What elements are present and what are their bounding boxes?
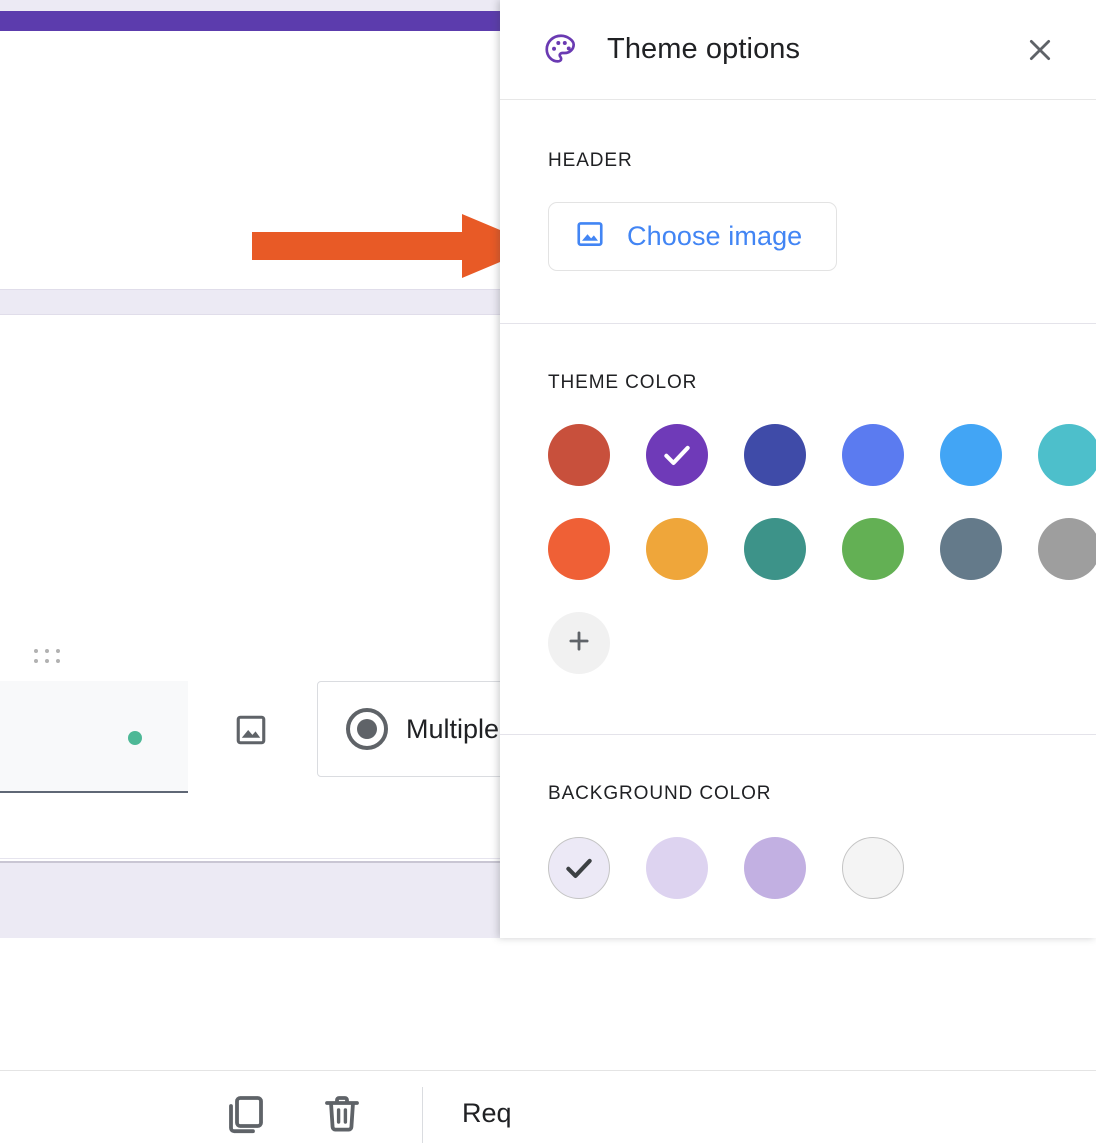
- radio-button-icon: [346, 708, 388, 750]
- trash-icon[interactable]: [318, 1090, 366, 1138]
- required-toggle-label[interactable]: Req: [462, 1098, 512, 1129]
- theme-color-swatch-green[interactable]: [842, 518, 904, 580]
- panel-header: Theme options: [500, 0, 1096, 100]
- theme-color-swatch-slate[interactable]: [940, 518, 1002, 580]
- background-color-swatch-medium-lavender[interactable]: [744, 837, 806, 899]
- theme-color-swatch-sky-blue[interactable]: [940, 424, 1002, 486]
- theme-color-swatch-red[interactable]: [548, 424, 610, 486]
- theme-color-swatch-grid: [548, 424, 1096, 580]
- drag-dot: [45, 648, 49, 653]
- background-color-section-label: BACKGROUND COLOR: [548, 783, 772, 804]
- drag-dot: [45, 659, 49, 664]
- theme-color-swatch-cyan[interactable]: [1038, 424, 1096, 486]
- background-color-swatch-light-lavender[interactable]: [646, 837, 708, 899]
- header-section: HEADER Choose image: [500, 100, 1096, 324]
- card-divider: [0, 1070, 1096, 1071]
- theme-color-swatch-indigo[interactable]: [744, 424, 806, 486]
- theme-color-section-label: THEME COLOR: [548, 372, 698, 393]
- theme-color-swatch-purple-selected[interactable]: [646, 424, 708, 486]
- background-color-section: BACKGROUND COLOR: [500, 735, 1096, 938]
- theme-options-panel: Theme options HEADER Choose image THEME …: [500, 0, 1096, 938]
- drag-handle-icon[interactable]: [32, 647, 62, 665]
- choose-image-label: Choose image: [627, 221, 803, 251]
- add-custom-color-button[interactable]: [548, 612, 610, 674]
- theme-color-swatch-gray[interactable]: [1038, 518, 1096, 580]
- background-color-swatch-lightest-lavender-selected[interactable]: [548, 837, 610, 899]
- background-color-swatch-white[interactable]: [842, 837, 904, 899]
- toolbar-divider: [422, 1087, 423, 1143]
- theme-color-swatch-amber[interactable]: [646, 518, 708, 580]
- image-icon: [575, 219, 605, 254]
- theme-color-swatch-teal[interactable]: [744, 518, 806, 580]
- drag-dot: [56, 648, 60, 653]
- drag-dot: [56, 659, 60, 664]
- header-section-label: HEADER: [548, 150, 633, 171]
- background-color-swatch-row: [548, 837, 1048, 899]
- drag-dot: [34, 659, 38, 664]
- theme-color-swatch-orange[interactable]: [548, 518, 610, 580]
- theme-color-swatch-cornflower[interactable]: [842, 424, 904, 486]
- palette-icon: [542, 31, 580, 69]
- panel-title: Theme options: [607, 33, 801, 65]
- theme-color-row: [548, 518, 1096, 580]
- question-type-label: Multiple: [406, 713, 500, 744]
- close-icon[interactable]: [1016, 26, 1064, 74]
- theme-color-section: THEME COLOR: [500, 324, 1096, 735]
- plus-icon: [566, 628, 592, 659]
- choose-image-button[interactable]: Choose image: [548, 202, 838, 271]
- question-title-input[interactable]: [0, 681, 188, 793]
- drag-dot: [34, 648, 38, 653]
- theme-color-row: [548, 424, 1096, 486]
- image-icon[interactable]: [234, 713, 268, 747]
- status-dot: [128, 731, 142, 745]
- copy-icon[interactable]: [221, 1090, 269, 1138]
